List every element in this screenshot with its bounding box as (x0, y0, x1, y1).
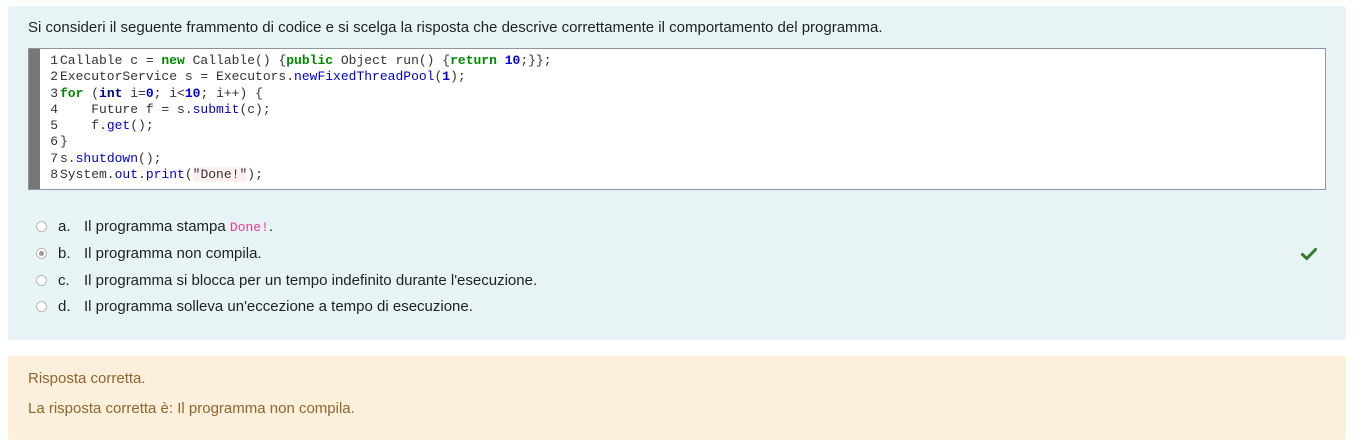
check-icon (1301, 248, 1317, 260)
answer-text: Il programma solleva un'eccezione a temp… (84, 298, 473, 315)
radio-button-c[interactable] (36, 275, 47, 286)
feedback-box: Risposta corretta. La risposta corretta … (8, 356, 1346, 440)
answer-text: Il programma si blocca per un tempo inde… (84, 272, 538, 289)
answer-letter: d. (58, 298, 71, 315)
radio-button-b[interactable] (36, 248, 47, 259)
question-box: Si consideri il seguente frammento di co… (8, 6, 1346, 340)
feedback-status: Risposta corretta. (28, 370, 146, 387)
answer-letter: b. (58, 245, 71, 262)
radio-button-d[interactable] (36, 301, 47, 312)
inline-code: Done! (229, 220, 269, 235)
answer-option-a[interactable]: a. Il programma stampa Done!. (36, 217, 1326, 237)
answer-letter: a. (58, 218, 71, 235)
answer-option-d[interactable]: d. Il programma solleva un'eccezione a t… (36, 297, 1326, 317)
answer-list: a. Il programma stampa Done!. b. Il prog… (8, 6, 1346, 340)
answer-letter: c. (58, 272, 70, 289)
radio-button-a[interactable] (36, 221, 47, 232)
answer-option-c[interactable]: c. Il programma si blocca per un tempo i… (36, 271, 1326, 291)
answer-text: Il programma stampa Done!. (84, 218, 274, 235)
answer-option-b[interactable]: b. Il programma non compila. (36, 244, 1326, 264)
answer-text: Il programma non compila. (84, 245, 262, 262)
feedback-right-answer: La risposta corretta è: Il programma non… (28, 400, 355, 417)
